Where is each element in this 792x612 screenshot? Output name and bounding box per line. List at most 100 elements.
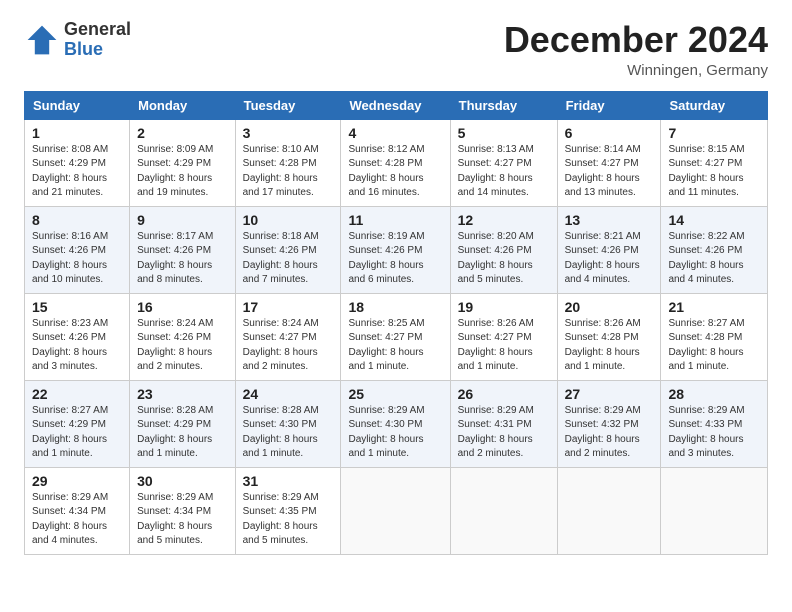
calendar-cell: 29 Sunrise: 8:29 AM Sunset: 4:34 PM Dayli… [25,467,130,554]
calendar-cell: 11 Sunrise: 8:19 AM Sunset: 4:26 PM Dayli… [341,206,450,293]
day-number: 5 [458,125,550,141]
col-header-saturday: Saturday [661,91,768,119]
calendar-cell: 28 Sunrise: 8:29 AM Sunset: 4:33 PM Dayli… [661,380,768,467]
day-info: Sunrise: 8:24 AM Sunset: 4:26 PM Dayligh… [137,317,227,375]
day-number: 12 [458,212,550,228]
calendar-cell: 17 Sunrise: 8:24 AM Sunset: 4:27 PM Dayli… [235,293,341,380]
day-info: Sunrise: 8:27 AM Sunset: 4:28 PM Dayligh… [668,317,760,375]
calendar-cell: 2 Sunrise: 8:09 AM Sunset: 4:29 PM Daylig… [130,119,235,206]
day-info: Sunrise: 8:27 AM Sunset: 4:29 PM Dayligh… [32,404,122,462]
calendar-header-row: SundayMondayTuesdayWednesdayThursdayFrid… [25,91,768,119]
calendar-cell: 8 Sunrise: 8:16 AM Sunset: 4:26 PM Daylig… [25,206,130,293]
day-number: 11 [348,212,442,228]
day-number: 17 [243,299,334,315]
day-info: Sunrise: 8:16 AM Sunset: 4:26 PM Dayligh… [32,230,122,288]
calendar-cell: 21Sunrise: 8:27 AM Sunset: 4:28 PM Dayli… [661,293,768,380]
logo-general-text: General [64,20,131,40]
day-info: Sunrise: 8:12 AM Sunset: 4:28 PM Dayligh… [348,143,442,201]
logo: General Blue [24,20,131,60]
calendar-cell: 26Sunrise: 8:29 AM Sunset: 4:31 PM Dayli… [450,380,557,467]
day-info: Sunrise: 8:22 AM Sunset: 4:26 PM Dayligh… [668,230,760,288]
day-info: Sunrise: 8:25 AM Sunset: 4:27 PM Dayligh… [348,317,442,375]
day-number: 20 [565,299,654,315]
calendar-cell [341,467,450,554]
calendar-cell [557,467,661,554]
calendar-cell [661,467,768,554]
day-number: 6 [565,125,654,141]
day-info: Sunrise: 8:24 AM Sunset: 4:27 PM Dayligh… [243,317,334,375]
day-info: Sunrise: 8:28 AM Sunset: 4:29 PM Dayligh… [137,404,227,462]
day-info: Sunrise: 8:26 AM Sunset: 4:27 PM Dayligh… [458,317,550,375]
day-number: 19 [458,299,550,315]
calendar-week-row: 15 Sunrise: 8:23 AM Sunset: 4:26 PM Dayli… [25,293,768,380]
calendar-week-row: 1Sunrise: 8:08 AM Sunset: 4:29 PM Daylig… [25,119,768,206]
calendar-week-row: 8 Sunrise: 8:16 AM Sunset: 4:26 PM Daylig… [25,206,768,293]
day-number: 15 [32,299,122,315]
calendar-cell: 5 Sunrise: 8:13 AM Sunset: 4:27 PM Daylig… [450,119,557,206]
day-info: Sunrise: 8:13 AM Sunset: 4:27 PM Dayligh… [458,143,550,201]
calendar-cell: 23 Sunrise: 8:28 AM Sunset: 4:29 PM Dayli… [130,380,235,467]
day-info: Sunrise: 8:17 AM Sunset: 4:26 PM Dayligh… [137,230,227,288]
calendar-cell: 13Sunrise: 8:21 AM Sunset: 4:26 PM Dayli… [557,206,661,293]
calendar-cell: 25 Sunrise: 8:29 AM Sunset: 4:30 PM Dayli… [341,380,450,467]
col-header-thursday: Thursday [450,91,557,119]
page-header: General Blue December 2024 Winningen, Ge… [24,20,768,79]
calendar-cell [450,467,557,554]
logo-blue-text: Blue [64,40,131,60]
day-info: Sunrise: 8:29 AM Sunset: 4:35 PM Dayligh… [243,491,334,549]
day-info: Sunrise: 8:18 AM Sunset: 4:26 PM Dayligh… [243,230,334,288]
day-info: Sunrise: 8:09 AM Sunset: 4:29 PM Dayligh… [137,143,227,201]
day-info: Sunrise: 8:29 AM Sunset: 4:30 PM Dayligh… [348,404,442,462]
col-header-wednesday: Wednesday [341,91,450,119]
location-text: Winningen, Germany [504,62,768,79]
day-info: Sunrise: 8:29 AM Sunset: 4:33 PM Dayligh… [668,404,760,462]
title-block: December 2024 Winningen, Germany [504,20,768,79]
calendar-cell: 19 Sunrise: 8:26 AM Sunset: 4:27 PM Dayli… [450,293,557,380]
calendar-cell: 27Sunrise: 8:29 AM Sunset: 4:32 PM Dayli… [557,380,661,467]
day-number: 4 [348,125,442,141]
calendar-week-row: 22 Sunrise: 8:27 AM Sunset: 4:29 PM Dayli… [25,380,768,467]
col-header-tuesday: Tuesday [235,91,341,119]
calendar-cell: 3Sunrise: 8:10 AM Sunset: 4:28 PM Daylig… [235,119,341,206]
day-number: 29 [32,473,122,489]
day-info: Sunrise: 8:15 AM Sunset: 4:27 PM Dayligh… [668,143,760,201]
day-number: 9 [137,212,227,228]
calendar-cell: 30Sunrise: 8:29 AM Sunset: 4:34 PM Dayli… [130,467,235,554]
day-number: 24 [243,386,334,402]
calendar-cell: 4 Sunrise: 8:12 AM Sunset: 4:28 PM Daylig… [341,119,450,206]
calendar-cell: 1Sunrise: 8:08 AM Sunset: 4:29 PM Daylig… [25,119,130,206]
day-info: Sunrise: 8:20 AM Sunset: 4:26 PM Dayligh… [458,230,550,288]
day-number: 30 [137,473,227,489]
day-info: Sunrise: 8:19 AM Sunset: 4:26 PM Dayligh… [348,230,442,288]
calendar-cell: 9 Sunrise: 8:17 AM Sunset: 4:26 PM Daylig… [130,206,235,293]
day-info: Sunrise: 8:08 AM Sunset: 4:29 PM Dayligh… [32,143,122,201]
day-info: Sunrise: 8:29 AM Sunset: 4:34 PM Dayligh… [32,491,122,549]
day-number: 28 [668,386,760,402]
calendar-cell: 18Sunrise: 8:25 AM Sunset: 4:27 PM Dayli… [341,293,450,380]
calendar-cell: 14 Sunrise: 8:22 AM Sunset: 4:26 PM Dayli… [661,206,768,293]
calendar-cell: 15 Sunrise: 8:23 AM Sunset: 4:26 PM Dayli… [25,293,130,380]
day-number: 22 [32,386,122,402]
day-number: 31 [243,473,334,489]
day-number: 2 [137,125,227,141]
day-info: Sunrise: 8:23 AM Sunset: 4:26 PM Dayligh… [32,317,122,375]
day-number: 14 [668,212,760,228]
day-info: Sunrise: 8:14 AM Sunset: 4:27 PM Dayligh… [565,143,654,201]
calendar-cell: 6 Sunrise: 8:14 AM Sunset: 4:27 PM Daylig… [557,119,661,206]
day-number: 8 [32,212,122,228]
col-header-monday: Monday [130,91,235,119]
day-info: Sunrise: 8:28 AM Sunset: 4:30 PM Dayligh… [243,404,334,462]
calendar-cell: 7 Sunrise: 8:15 AM Sunset: 4:27 PM Daylig… [661,119,768,206]
day-number: 16 [137,299,227,315]
day-info: Sunrise: 8:10 AM Sunset: 4:28 PM Dayligh… [243,143,334,201]
day-number: 23 [137,386,227,402]
day-number: 25 [348,386,442,402]
calendar-cell: 16 Sunrise: 8:24 AM Sunset: 4:26 PM Dayli… [130,293,235,380]
col-header-friday: Friday [557,91,661,119]
day-number: 7 [668,125,760,141]
day-number: 13 [565,212,654,228]
day-number: 27 [565,386,654,402]
day-info: Sunrise: 8:29 AM Sunset: 4:31 PM Dayligh… [458,404,550,462]
calendar-table: SundayMondayTuesdayWednesdayThursdayFrid… [24,91,768,555]
calendar-cell: 10Sunrise: 8:18 AM Sunset: 4:26 PM Dayli… [235,206,341,293]
